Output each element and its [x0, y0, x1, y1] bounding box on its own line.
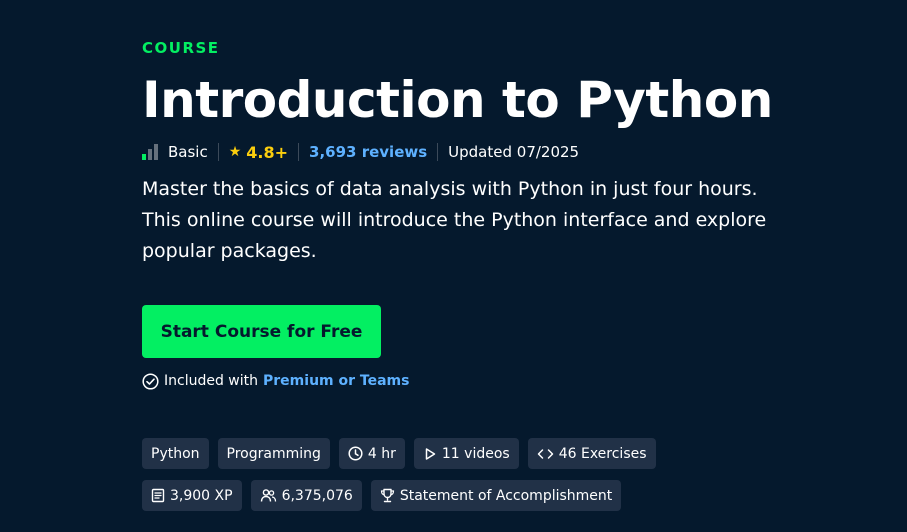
course-meta: Basic ★ 4.8+ 3,693 reviews Updated 07/20…	[142, 141, 782, 163]
course-hero: COURSE Introduction to Python Basic ★ 4.…	[142, 38, 782, 511]
level-label: Basic	[168, 143, 208, 161]
users-icon	[260, 488, 277, 503]
tag-python[interactable]: Python	[142, 438, 209, 469]
included-with: Included with Premium or Teams	[142, 371, 409, 391]
play-icon	[423, 447, 437, 461]
start-course-button[interactable]: Start Course for Free	[142, 305, 381, 358]
learners-count: 6,375,076	[281, 487, 353, 504]
course-description: Master the basics of data analysis with …	[142, 178, 767, 262]
tag-certificate: Statement of Accomplishment	[370, 480, 622, 511]
code-icon	[537, 447, 554, 461]
trophy-icon	[380, 488, 395, 503]
duration-label: 4 hr	[367, 445, 396, 462]
exercises-label: 46 Exercises	[558, 445, 647, 462]
course-stats: 3,900 XP 6,375,076 Statement of Accompli…	[142, 480, 782, 511]
check-circle-icon	[142, 372, 159, 390]
rating-value: 4.8+	[246, 142, 289, 162]
course-eyebrow: COURSE	[142, 39, 220, 57]
page-title: Introduction to Python	[142, 71, 773, 129]
tag-xp: 3,900 XP	[142, 480, 242, 511]
updated-date: Updated 07/2025	[448, 143, 580, 161]
included-prefix: Included with	[164, 373, 259, 389]
course-tags: Python Programming 4 hr 11 videos 46 Exe…	[142, 438, 782, 469]
divider	[217, 143, 219, 161]
premium-teams-link[interactable]: Premium or Teams	[263, 373, 409, 389]
clock-icon	[348, 446, 363, 461]
tag-duration: 4 hr	[338, 438, 405, 469]
reviews-link[interactable]: 3,693 reviews	[309, 143, 427, 161]
certificate-label: Statement of Accomplishment	[399, 487, 613, 504]
tag-exercises: 46 Exercises	[527, 438, 656, 469]
tag-videos: 11 videos	[413, 438, 519, 469]
xp-label: 3,900 XP	[170, 487, 233, 504]
level-bars-icon	[142, 144, 158, 160]
tag-learners: 6,375,076	[250, 480, 362, 511]
star-icon: ★	[228, 144, 242, 160]
divider	[298, 143, 300, 161]
document-icon	[151, 488, 165, 503]
videos-label: 11 videos	[441, 445, 510, 462]
tag-programming[interactable]: Programming	[217, 438, 330, 469]
divider	[437, 143, 439, 161]
